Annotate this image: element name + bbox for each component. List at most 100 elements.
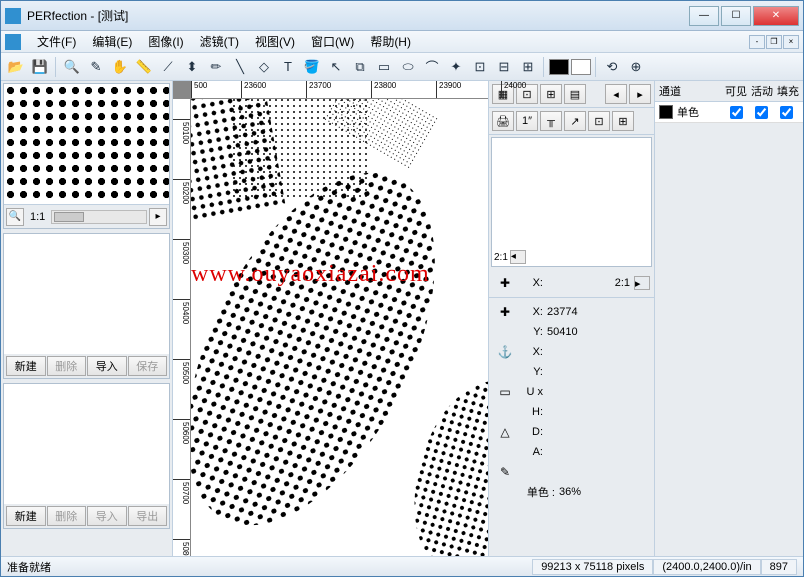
nav-zoom-label: 1:1 [26, 211, 49, 223]
tool-rect-select[interactable]: ▭ [373, 56, 395, 78]
tool-misc1[interactable]: ⟲ [601, 56, 623, 78]
p2-export-button[interactable]: 导出 [128, 506, 168, 526]
mdi-close[interactable]: × [783, 35, 799, 49]
tool-eraser[interactable]: ◇ [253, 56, 275, 78]
status-ready: 准备就绪 [7, 559, 532, 575]
nav-scroll-right[interactable]: ▸ [149, 208, 167, 226]
menu-window[interactable]: 窗口(W) [303, 31, 362, 52]
tool-misc2[interactable]: ⊕ [625, 56, 647, 78]
p2-new-button[interactable]: 新建 [6, 506, 46, 526]
rtool-5[interactable]: 🖨 [492, 111, 514, 131]
menu-image[interactable]: 图像(I) [140, 31, 191, 52]
rtool-8[interactable]: ↗ [564, 111, 586, 131]
window-title: PERfection - [测试] [27, 7, 689, 24]
menu-file[interactable]: 文件(F) [29, 31, 84, 52]
channel-row[interactable]: 单色 [655, 102, 803, 123]
fg-color[interactable] [549, 59, 569, 75]
channels-panel: 通道 可见 活动 填充 单色 [655, 81, 803, 556]
canvas[interactable] [191, 99, 488, 556]
rtool-9[interactable]: ⊡ [588, 111, 610, 131]
tool-stamp[interactable]: ⬍ [181, 56, 203, 78]
preview-panel[interactable]: 2:1 ◂ [491, 137, 652, 267]
toolbar: 📂 💾 🔍 ✎ ✋ 📏 ⟋ ⬍ ✏ ╲ ◇ T 🪣 ↖ ⧉ ▭ ⬭ ⌒ ✦ ⊡ … [1, 53, 803, 81]
rtool-10[interactable]: ⊞ [612, 111, 634, 131]
left-sidebar: 🔍 1:1 ▸ 新建 删除 导入 保存 新建 删除 导入 导出 [1, 81, 173, 556]
channel-fill-check[interactable] [780, 106, 793, 119]
preview-zoom2: 2:1 [615, 277, 630, 289]
tool-ellipse-select[interactable]: ⬭ [397, 56, 419, 78]
doc-icon [5, 34, 21, 50]
rtool-prev[interactable]: ◂ [605, 84, 627, 104]
rtool-6[interactable]: 1″ [516, 111, 538, 131]
tool-lasso[interactable]: ⌒ [421, 56, 443, 78]
rect-icon: ▭ [493, 385, 517, 399]
tool-fill[interactable]: 🪣 [301, 56, 323, 78]
channel-swatch [659, 105, 673, 119]
nav-zoom-out[interactable]: 🔍 [6, 208, 24, 226]
bg-color[interactable] [571, 59, 591, 75]
channel-active-check[interactable] [755, 106, 768, 119]
p1-delete-button[interactable]: 删除 [47, 356, 87, 376]
tool-eyedropper[interactable]: ✎ [85, 56, 107, 78]
rtool-4[interactable]: ▤ [564, 84, 586, 104]
channel-name: 单色 [677, 104, 724, 120]
tool-sel2[interactable]: ⊟ [493, 56, 515, 78]
maximize-button[interactable]: ☐ [721, 6, 751, 26]
layers-panel-2: 新建 删除 导入 导出 [3, 383, 170, 529]
tool-sel3[interactable]: ⊞ [517, 56, 539, 78]
close-button[interactable]: ✕ [753, 6, 799, 26]
cursor-y: 50410 [547, 326, 597, 338]
tool-measure[interactable]: 📏 [133, 56, 155, 78]
tool-move[interactable]: ↖ [325, 56, 347, 78]
tool-ruler[interactable]: ⟋ [157, 56, 179, 78]
p1-import-button[interactable]: 导入 [87, 356, 127, 376]
crosshair-icon: ✚ [493, 276, 517, 290]
minimize-button[interactable]: — [689, 6, 719, 26]
app-icon [5, 8, 21, 24]
navigator-panel: 🔍 1:1 ▸ [3, 83, 170, 229]
menu-filter[interactable]: 滤镜(T) [192, 31, 247, 52]
tool-zoom[interactable]: 🔍 [61, 56, 83, 78]
status-value: 897 [761, 559, 797, 575]
mdi-restore[interactable]: ❐ [766, 35, 782, 49]
channel-visible-check[interactable] [730, 106, 743, 119]
p1-save-button[interactable]: 保存 [128, 356, 168, 376]
preview-zoom: 2:1 [494, 252, 508, 263]
tool-crop[interactable]: ⧉ [349, 56, 371, 78]
titlebar: PERfection - [测试] — ☐ ✕ [1, 1, 803, 31]
rtool-3[interactable]: ⊞ [540, 84, 562, 104]
picker-icon: ✎ [493, 465, 517, 479]
right-sidebar: ▦ ⊡ ⊞ ▤ ◂ ▸ 🖨 1″ ╥ ↗ ⊡ ⊞ 2:1 ◂ [488, 81, 803, 556]
menubar: 文件(F) 编辑(E) 图像(I) 滤镜(T) 视图(V) 窗口(W) 帮助(H… [1, 31, 803, 53]
statusbar: 准备就绪 99213 x 75118 pixels (2400.0,2400.0… [1, 556, 803, 576]
menu-view[interactable]: 视图(V) [247, 31, 303, 52]
rtool-7[interactable]: ╥ [540, 111, 562, 131]
angle-icon: △ [493, 425, 517, 439]
p2-delete-button[interactable]: 删除 [47, 506, 87, 526]
preview-scroll-r[interactable]: ▸ [634, 276, 650, 290]
navigator-thumb[interactable] [4, 84, 169, 204]
nav-scroll[interactable] [51, 210, 147, 224]
p2-import-button[interactable]: 导入 [87, 506, 127, 526]
ruler-vertical[interactable]: 50100 50200 50300 50400 50500 50600 5070… [173, 99, 191, 556]
status-size: 99213 x 75118 pixels [532, 559, 653, 575]
tool-save[interactable]: 💾 [29, 56, 51, 78]
status-resolution: (2400.0,2400.0)/in [653, 559, 760, 575]
ruler-horizontal[interactable]: 500 23600 23700 23800 23900 24000 [191, 81, 488, 99]
tool-line[interactable]: ╲ [229, 56, 251, 78]
tool-sel1[interactable]: ⊡ [469, 56, 491, 78]
anchor-icon: ⚓ [493, 345, 517, 359]
tool-pencil[interactable]: ✏ [205, 56, 227, 78]
tool-wand[interactable]: ✦ [445, 56, 467, 78]
menu-help[interactable]: 帮助(H) [362, 31, 419, 52]
layers-panel-1: 新建 删除 导入 保存 [3, 233, 170, 379]
tool-open[interactable]: 📂 [5, 56, 27, 78]
channels-header: 通道 [659, 83, 725, 99]
menu-edit[interactable]: 编辑(E) [84, 31, 140, 52]
tool-hand[interactable]: ✋ [109, 56, 131, 78]
p1-new-button[interactable]: 新建 [6, 356, 46, 376]
tool-text[interactable]: T [277, 56, 299, 78]
preview-prev[interactable]: ◂ [510, 250, 526, 264]
mdi-minimize[interactable]: - [749, 35, 765, 49]
rtool-next[interactable]: ▸ [629, 84, 651, 104]
